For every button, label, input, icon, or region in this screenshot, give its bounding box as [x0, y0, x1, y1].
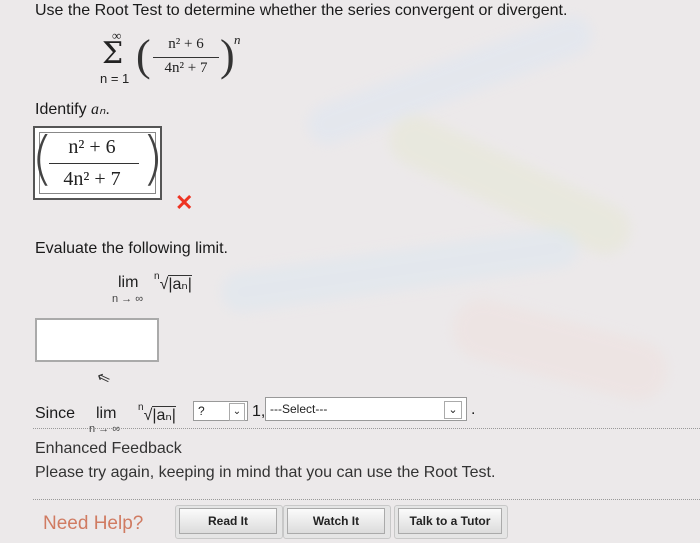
period-text: .	[471, 401, 476, 418]
need-help-label: Need Help?	[43, 513, 144, 534]
background-streak	[218, 225, 582, 315]
right-paren-icon: )	[220, 31, 235, 80]
answer-denominator: 4n² + 7	[63, 168, 121, 190]
identify-label-var: aₙ	[91, 101, 106, 118]
since-radical-expression: n√|aₙ|	[138, 401, 176, 425]
series-denominator: 4n² + 7	[164, 60, 208, 76]
since-lim-text: lim	[96, 405, 117, 422]
comparison-select-value: ?	[198, 404, 205, 418]
an-answer-field[interactable]: ( n² + 6 4n² + 7 )	[31, 124, 164, 200]
radicand: |aₙ|	[152, 406, 176, 424]
fraction-bar	[49, 163, 139, 165]
radical-expression: n√|aₙ|	[154, 270, 192, 294]
sigma-icon: Σ	[102, 36, 124, 71]
identify-label: Identify aₙ.	[35, 99, 110, 119]
root-index: n	[154, 270, 160, 282]
watch-it-button[interactable]: Watch It	[287, 508, 385, 534]
right-paren-icon: )	[141, 124, 164, 192]
fraction-bar	[153, 57, 219, 59]
root-index: n	[138, 401, 144, 413]
lim-subscript: n → ∞	[112, 293, 144, 305]
one-text: 1,	[252, 403, 266, 420]
chevron-down-icon: ⌄	[444, 401, 462, 419]
talk-to-tutor-button[interactable]: Talk to a Tutor	[398, 508, 502, 534]
feedback-message: Please try again, keeping in mind that y…	[35, 464, 496, 481]
background-streak	[445, 292, 675, 408]
read-it-button[interactable]: Read It	[179, 508, 277, 534]
left-paren-icon: (	[136, 31, 151, 80]
answer-numerator: n² + 6	[68, 136, 116, 158]
radicand: |aₙ|	[168, 275, 192, 293]
question-prompt: Use the Root Test to determine whether t…	[35, 2, 568, 19]
lim-text: lim	[118, 274, 139, 291]
conclusion-select[interactable]: ---Select--- ⌄	[265, 397, 467, 421]
feedback-title: Enhanced Feedback	[35, 440, 182, 457]
chevron-down-icon: ⌄	[229, 403, 245, 421]
since-label: Since	[35, 405, 76, 422]
mouse-cursor-icon: ⇖	[94, 368, 114, 389]
conclusion-select-value: ---Select---	[270, 402, 328, 416]
comparison-select[interactable]: ? ⌄	[193, 401, 248, 421]
evaluate-label: Evaluate the following limit.	[35, 240, 228, 257]
identify-label-text: Identify	[35, 101, 92, 118]
series-numerator: n² + 6	[168, 36, 204, 52]
series-exponent: n	[234, 32, 241, 47]
series-expression: ∞ Σ n = 1 ( n² + 6 4n² + 7 ) n	[98, 26, 268, 88]
identify-label-suffix: .	[105, 101, 110, 118]
incorrect-x-icon: ✕	[175, 190, 194, 215]
sum-lower-limit: n = 1	[100, 71, 130, 86]
limit-answer-input[interactable]	[35, 318, 159, 362]
